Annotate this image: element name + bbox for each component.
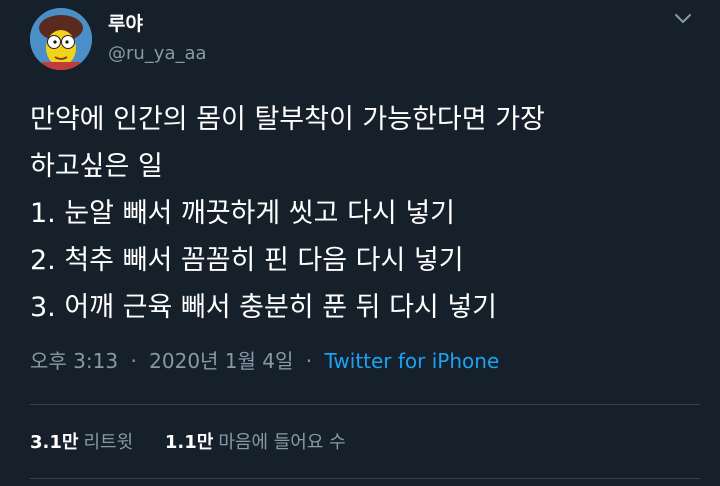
likes-label: 마음에 들어요 수	[218, 432, 346, 453]
author-handle[interactable]: @ru_ya_aa	[108, 42, 207, 66]
tweet-text: 만약에 인간의 몸이 탈부착이 가능한다면 가장 하고싶은 일 1. 눈알 빼서…	[30, 96, 700, 331]
tweet-meta: 오후 3:13 · 2020년 1월 4일 · Twitter for iPho…	[30, 348, 499, 374]
tweet-line: 3. 어깨 근육 빼서 충분히 푼 뒤 다시 넣기	[30, 292, 498, 323]
retweets-label: 리트윗	[83, 432, 134, 453]
author-display-name[interactable]: 루야	[108, 12, 143, 36]
tweet-line: 2. 척추 빼서 꼼꼼히 핀 다음 다시 넣기	[30, 245, 464, 276]
tweet-line: 1. 눈알 빼서 깨끗하게 씻고 다시 넣기	[30, 198, 456, 229]
tweet-date[interactable]: 2020년 1월 4일	[149, 349, 293, 373]
cartoon-avatar-icon	[30, 8, 92, 70]
divider	[30, 404, 700, 405]
tweet-line: 만약에 인간의 몸이 탈부착이 가능한다면 가장	[30, 104, 545, 135]
meta-separator: ·	[305, 349, 313, 373]
avatar[interactable]	[30, 8, 92, 70]
retweets-stat[interactable]: 3.1만 리트윗	[30, 431, 133, 455]
tweet-time[interactable]: 오후 3:13	[30, 349, 118, 373]
meta-separator: ·	[130, 349, 137, 373]
tweet-source-link[interactable]: Twitter for iPhone	[325, 349, 500, 373]
likes-count: 1.1만	[164, 432, 214, 453]
chevron-down-icon[interactable]	[672, 10, 694, 28]
tweet-stats: 3.1만 리트윗 1.1만 마음에 들어요 수	[30, 431, 372, 455]
likes-stat[interactable]: 1.1만 마음에 들어요 수	[165, 431, 346, 455]
retweets-count: 3.1만	[30, 432, 79, 453]
divider	[30, 478, 700, 479]
tweet-line: 하고싶은 일	[30, 151, 163, 182]
